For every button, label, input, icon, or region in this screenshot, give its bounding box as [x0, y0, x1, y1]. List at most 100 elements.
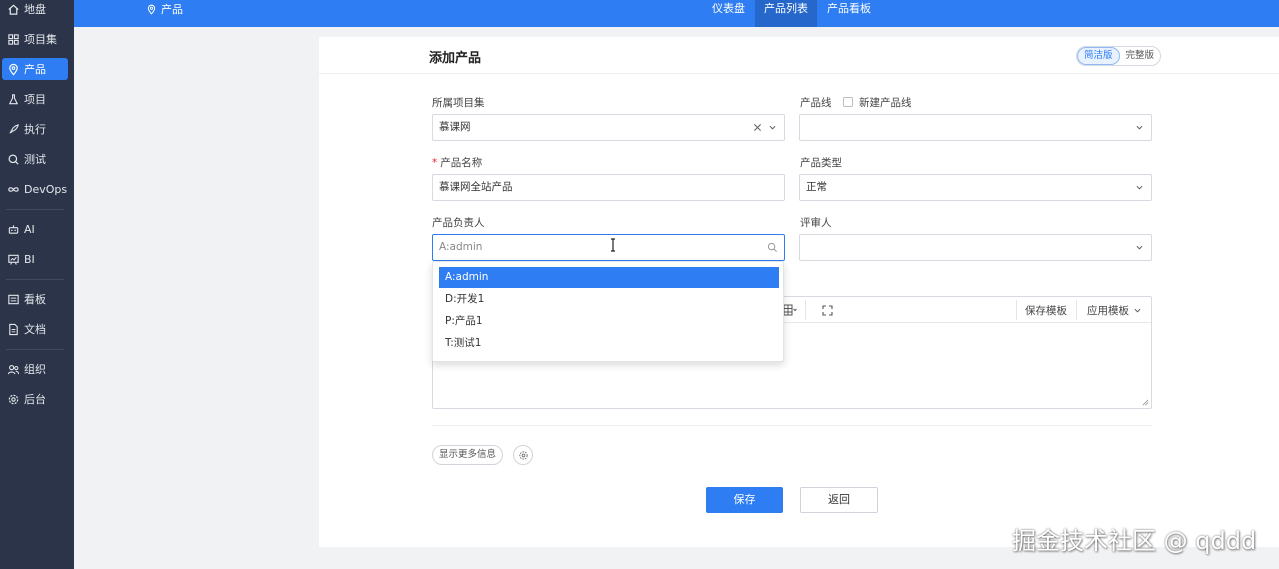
sidebar-item-label: 后台 — [24, 393, 46, 406]
sidebar-item-execution[interactable]: 执行 — [2, 118, 68, 140]
sidebar: 地盘 项目集 产品 项目 执行 测试 DevOps AI BI 看板 文档 组织… — [0, 0, 74, 569]
flask-icon — [8, 93, 19, 104]
resize-handle-icon[interactable] — [1142, 399, 1149, 406]
chevron-down-icon — [1134, 308, 1141, 313]
document-icon — [9, 323, 18, 335]
sidebar-item-label: 执行 — [24, 123, 46, 136]
chevron-down-icon — [769, 125, 776, 130]
owner-dropdown-menu: A:admin D:开发1 P:产品1 T:测试1 — [432, 261, 784, 362]
program-value: 慕课网 — [439, 121, 471, 133]
page-title: 添加产品 — [429, 51, 482, 66]
sidebar-item-devops[interactable]: DevOps — [2, 178, 68, 200]
breadcrumb[interactable]: 产品 — [146, 1, 183, 17]
chevron-down-icon — [1136, 125, 1143, 130]
sidebar-item-bi[interactable]: BI — [2, 248, 68, 270]
toolbar-separator — [1016, 300, 1017, 320]
search-check-icon — [8, 154, 19, 165]
sidebar-item-label: 产品 — [24, 63, 46, 76]
infinity-icon — [8, 186, 19, 192]
save-template-button[interactable]: 保存模板 — [1025, 303, 1067, 318]
simple-version-button[interactable]: 简洁版 — [1077, 47, 1120, 65]
reviewer-select[interactable] — [799, 234, 1152, 261]
home-icon — [8, 4, 19, 15]
breadcrumb-label: 产品 — [161, 3, 183, 16]
new-line-checkbox[interactable] — [843, 97, 853, 107]
kanban-icon — [8, 294, 19, 304]
table-icon[interactable] — [783, 304, 797, 316]
clear-icon[interactable] — [753, 123, 762, 132]
sidebar-item-dashboard[interactable]: 地盘 — [2, 0, 68, 20]
top-bar: 产品 仪表盘 产品列表 产品看板 — [74, 0, 1279, 27]
product-owner-value: A:admin — [439, 241, 483, 253]
tab-product-list[interactable]: 产品列表 — [755, 0, 817, 27]
apply-template-button[interactable]: 应用模板 — [1087, 303, 1129, 318]
product-name-input[interactable]: 慕课网全站产品 — [432, 174, 785, 201]
reviewer-label: 评审人 — [800, 217, 832, 229]
product-owner-search-input[interactable]: A:admin — [432, 234, 785, 261]
sidebar-item-project[interactable]: 项目 — [2, 88, 68, 110]
sidebar-item-doc[interactable]: 文档 — [2, 318, 68, 340]
sidebar-divider — [6, 349, 64, 350]
dropdown-option[interactable]: P:产品1 — [439, 311, 779, 332]
fullscreen-icon[interactable] — [822, 305, 833, 316]
required-mark: * — [432, 157, 438, 169]
save-button[interactable]: 保存 — [706, 487, 783, 513]
sidebar-item-ai[interactable]: AI — [2, 218, 68, 240]
product-name-label: * 产品名称 — [432, 155, 482, 170]
sidebar-item-admin[interactable]: 后台 — [2, 388, 68, 410]
sidebar-divider — [6, 209, 64, 210]
panel-header: 添加产品 简洁版 完整版 — [319, 37, 1279, 74]
sidebar-item-label: 地盘 — [24, 3, 46, 16]
sidebar-item-label: DevOps — [24, 182, 68, 196]
text-cursor-icon — [611, 238, 615, 252]
sidebar-item-label: 看板 — [24, 293, 46, 306]
gear-icon — [518, 450, 528, 460]
settings-button[interactable] — [513, 445, 533, 465]
search-icon — [767, 242, 777, 252]
chevron-down-icon — [1136, 185, 1143, 190]
divider — [432, 425, 1152, 426]
product-line-select[interactable] — [799, 114, 1152, 141]
toolbar-separator — [805, 300, 806, 320]
product-type-select[interactable]: 正常 — [799, 174, 1152, 201]
full-version-button[interactable]: 完整版 — [1120, 47, 1161, 65]
program-select[interactable]: 慕课网 — [432, 114, 785, 141]
chart-board-icon — [8, 254, 19, 265]
version-switch: 简洁版 完整版 — [1076, 46, 1162, 66]
toolbar-separator — [1076, 300, 1077, 320]
robot-icon — [8, 224, 19, 234]
product-line-label: 产品线 — [800, 97, 832, 109]
rocket-icon — [9, 123, 19, 134]
dropdown-option[interactable]: T:测试1 — [439, 333, 779, 354]
sidebar-item-org[interactable]: 组织 — [2, 358, 68, 380]
tab-product-kanban[interactable]: 产品看板 — [818, 0, 880, 27]
sidebar-item-label: 组织 — [24, 363, 46, 376]
location-pin-icon — [9, 63, 18, 76]
gear-icon — [8, 394, 19, 404]
dropdown-option[interactable]: D:开发1 — [439, 289, 779, 310]
sidebar-item-label: BI — [24, 252, 35, 266]
sidebar-item-program[interactable]: 项目集 — [2, 28, 68, 50]
sidebar-item-label: AI — [24, 222, 35, 236]
chevron-down-icon — [1136, 245, 1143, 250]
people-icon — [7, 364, 20, 374]
product-name-value: 慕课网全站产品 — [439, 181, 513, 193]
product-owner-label: 产品负责人 — [432, 217, 485, 229]
sidebar-item-kanban[interactable]: 看板 — [2, 288, 68, 310]
tab-dashboard[interactable]: 仪表盘 — [703, 0, 754, 27]
show-more-info-button[interactable]: 显示更多信息 — [432, 445, 504, 465]
sidebar-item-test[interactable]: 测试 — [2, 148, 68, 170]
product-type-label: 产品类型 — [800, 157, 842, 169]
sidebar-item-label: 测试 — [24, 153, 46, 166]
back-button[interactable]: 返回 — [800, 487, 878, 513]
grid-icon — [8, 33, 19, 45]
product-type-value: 正常 — [806, 181, 827, 193]
sidebar-item-product[interactable]: 产品 — [2, 58, 68, 80]
new-line-label: 新建产品线 — [859, 97, 912, 109]
location-pin-icon — [147, 4, 156, 15]
sidebar-item-label: 项目集 — [24, 33, 57, 46]
program-label: 所属项目集 — [432, 97, 485, 109]
sidebar-item-label: 文档 — [24, 323, 46, 336]
watermark: 掘金技术社区 @ qddd — [1012, 527, 1257, 555]
dropdown-option[interactable]: A:admin — [439, 267, 779, 288]
